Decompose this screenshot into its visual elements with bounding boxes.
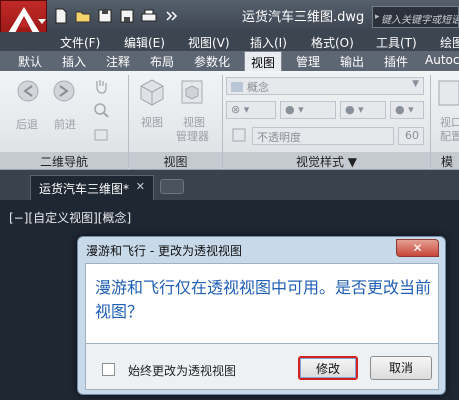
ribbon-panel: 后退 前进 二维导航 视图 视图 管理器 视图 概念 ▼ ⊗ ▾ ● ▾ ● ▾… [0, 71, 459, 186]
forward-icon[interactable] [50, 77, 82, 109]
document-tab-label: 运货汽车三维图* [39, 182, 130, 196]
view-label: 视图 [141, 116, 163, 129]
menu-insert[interactable]: 插入(I) [250, 34, 287, 51]
visual-style-icon [231, 82, 243, 92]
view-cube-icon[interactable] [138, 77, 166, 109]
cancel-button[interactable]: 取消 [370, 356, 432, 380]
tab-layout[interactable]: 布局 [150, 53, 174, 70]
tab-manage[interactable]: 管理 [296, 53, 320, 70]
open-folder-icon[interactable] [74, 7, 94, 25]
always-change-checkbox[interactable] [102, 363, 115, 376]
color-select[interactable]: ● ▾ [390, 101, 424, 119]
back-icon[interactable] [14, 77, 46, 109]
autocad-logo-icon [8, 7, 40, 33]
print-icon[interactable] [140, 7, 160, 25]
search-icon: ▸ [375, 12, 380, 22]
new-file-icon[interactable] [52, 7, 72, 25]
tab-parametric[interactable]: 参数化 [194, 53, 230, 70]
menu-bar: 文件(F) 编辑(E) 视图(V) 插入(I) 格式(O) 工具(T) 绘图 [0, 32, 459, 51]
xray-icon[interactable] [231, 127, 247, 143]
menu-tools[interactable]: 工具(T) [376, 34, 417, 51]
face-style-select[interactable]: ● ▾ [280, 101, 336, 119]
nav-panel-footer[interactable]: 二维导航 [0, 152, 128, 169]
window-title: 运货汽车三维图.dwg [242, 10, 365, 25]
tab-default[interactable]: 默认 [18, 53, 42, 70]
color-icon: ● ▾ [395, 103, 414, 116]
viewport-label-2: 配置 [440, 130, 459, 143]
edge-style-select[interactable]: ⊗ ▾ [226, 101, 276, 119]
dialog-close-button[interactable]: ✕ [396, 239, 439, 257]
dialog-footer: 始终更改为透视视图 修改 取消 [85, 344, 439, 390]
dialog-body: 漫游和飞行仅在透视视图中可用。是否更改当前视图？ [85, 263, 439, 344]
dialog-title: 漫游和飞行 - 更改为透视视图 [86, 244, 242, 258]
back-label: 后退 [16, 118, 38, 131]
save-as-icon[interactable] [118, 7, 138, 25]
face-style-icon: ● ▾ [285, 103, 304, 116]
shadow-select[interactable]: ● ▾ [340, 101, 386, 119]
menu-format[interactable]: 格式(O) [311, 34, 354, 51]
quick-access-toolbar [52, 7, 182, 27]
tab-autocad-online[interactable]: Autoc [425, 53, 459, 67]
opacity-value[interactable]: 60 [398, 127, 424, 145]
ribbon-tab-bar: 默认 插入 注释 布局 参数化 视图 管理 输出 插件 Autoc [0, 51, 459, 72]
chevron-down-icon [38, 19, 46, 24]
tab-insert[interactable]: 插入 [62, 53, 86, 70]
perspective-dialog: 漫游和飞行 - 更改为透视视图 ✕ 漫游和飞行仅在透视视图中可用。是否更改当前视… [77, 236, 446, 395]
visual-style-panel-footer[interactable]: 视觉样式 ▼ [223, 152, 430, 169]
edge-style-icon: ⊗ ▾ [231, 103, 250, 116]
tab-annotate[interactable]: 注释 [106, 53, 130, 70]
visual-style-value: 概念 [247, 81, 269, 94]
view-panel-footer[interactable]: 视图 [129, 152, 222, 169]
menu-draw[interactable]: 绘图 [440, 34, 459, 51]
close-icon[interactable]: ✕ [136, 180, 145, 193]
shadow-icon: ● ▾ [345, 103, 364, 116]
dialog-message: 漫游和飞行仅在透视视图中可用。是否更改当前视图？ [95, 278, 432, 321]
new-tab-button[interactable] [160, 179, 184, 194]
view-manager-label-2: 管理器 [176, 130, 209, 143]
viewport-controls-label[interactable]: [−][自定义视图][概念] [9, 209, 131, 226]
zoom-icon[interactable] [92, 101, 110, 119]
pan-hand-icon[interactable] [92, 77, 110, 95]
tab-output[interactable]: 输出 [340, 53, 364, 70]
visual-style-select[interactable]: 概念 ▼ [226, 77, 424, 95]
document-tab-bar: 运货汽车三维图* ✕ [0, 170, 459, 200]
tab-view[interactable]: 视图 [244, 51, 283, 72]
viewport-config-icon[interactable] [437, 77, 459, 109]
document-tab[interactable]: 运货汽车三维图* ✕ [30, 175, 154, 200]
always-change-label[interactable]: 始终更改为透视视图 [128, 362, 236, 379]
menu-edit[interactable]: 编辑(E) [124, 34, 165, 51]
forward-label: 前进 [54, 118, 76, 131]
model-panel-footer[interactable]: 模型 [431, 152, 459, 186]
more-tools-icon[interactable] [162, 7, 182, 25]
chevron-down-icon: ▼ [412, 79, 419, 89]
search-input[interactable]: ▸ 键入关键字或短语 [372, 6, 459, 28]
opacity-slider[interactable]: 不透明度 [252, 127, 394, 145]
search-placeholder: 键入关键字或短语 [381, 15, 459, 26]
orbit-icon[interactable] [92, 127, 110, 143]
modify-button[interactable]: 修改 [298, 356, 358, 380]
save-icon[interactable] [96, 7, 116, 25]
opacity-label: 不透明度 [257, 131, 301, 144]
title-bar: 运货汽车三维图.dwg ▸ 键入关键字或短语 [0, 0, 459, 48]
tab-plugins[interactable]: 插件 [384, 53, 408, 70]
menu-file[interactable]: 文件(F) [60, 34, 100, 51]
menu-view[interactable]: 视图(V) [188, 34, 230, 51]
view-manager-icon[interactable] [178, 77, 206, 109]
